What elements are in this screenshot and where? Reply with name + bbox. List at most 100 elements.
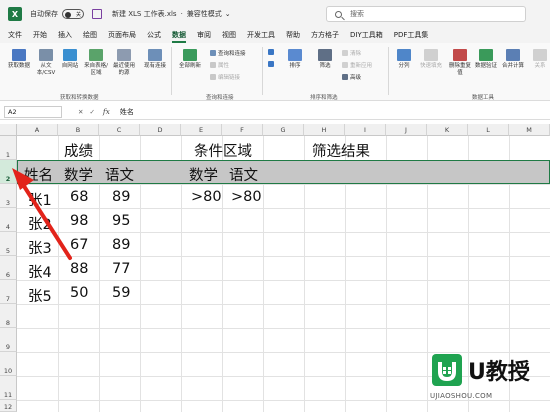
- column-header-l[interactable]: L: [468, 124, 509, 136]
- cell-math[interactable]: 98: [70, 213, 88, 229]
- data-validation-button[interactable]: 数据验证: [474, 49, 498, 70]
- cell-result-title[interactable]: 筛选结果: [312, 140, 370, 161]
- cell-math[interactable]: 68: [70, 189, 88, 205]
- cell-name[interactable]: 张1: [28, 189, 52, 210]
- tab-data[interactable]: 数据: [172, 28, 186, 43]
- text-to-columns-button[interactable]: 分列: [394, 49, 414, 70]
- column-header-c[interactable]: C: [99, 124, 140, 136]
- formula-input[interactable]: 姓名: [120, 107, 134, 117]
- cell-math[interactable]: 88: [70, 261, 88, 277]
- cell-criteria-title[interactable]: 条件区域: [194, 140, 252, 161]
- tab-formulas[interactable]: 公式: [147, 28, 161, 43]
- reapply-button[interactable]: 重新应用: [342, 61, 372, 69]
- row-header-9[interactable]: 9: [0, 328, 17, 352]
- properties-button[interactable]: 属性: [210, 61, 229, 69]
- cell-chinese[interactable]: 95: [112, 213, 130, 229]
- cell-header-chinese[interactable]: 语文: [105, 164, 134, 185]
- clock-icon: [117, 49, 131, 61]
- enter-icon[interactable]: ✓: [89, 108, 100, 116]
- sort-button[interactable]: 排序: [284, 49, 306, 70]
- tab-developer[interactable]: 开发工具: [247, 28, 275, 43]
- row-header-2[interactable]: 2: [0, 160, 17, 184]
- tab-page-layout[interactable]: 页面布局: [108, 28, 136, 43]
- tab-help[interactable]: 帮助: [286, 28, 300, 43]
- watermark: U教授 UJIAOSHOU.COM: [426, 352, 550, 412]
- tab-insert[interactable]: 插入: [58, 28, 72, 43]
- column-header-d[interactable]: D: [140, 124, 181, 136]
- column-header-h[interactable]: H: [304, 124, 345, 136]
- column-header-e[interactable]: E: [181, 124, 222, 136]
- cell-criteria-math[interactable]: 数学: [189, 164, 218, 185]
- row-header-8[interactable]: 8: [0, 304, 17, 328]
- cell-header-name[interactable]: 姓名: [24, 164, 53, 185]
- column-header-g[interactable]: G: [263, 124, 304, 136]
- cell-name[interactable]: 张4: [28, 261, 52, 282]
- relationships-button[interactable]: 关系: [530, 49, 550, 70]
- queries-connections-button[interactable]: 查询和连接: [210, 49, 246, 57]
- cell-chinese[interactable]: 89: [112, 237, 130, 253]
- insert-function-icon[interactable]: fx: [103, 107, 110, 116]
- row-header-10[interactable]: 10: [0, 352, 17, 376]
- cell-name[interactable]: 张3: [28, 237, 52, 258]
- cell-chinese[interactable]: 59: [112, 285, 130, 301]
- cell-chinese[interactable]: 77: [112, 261, 130, 277]
- cell-criteria-value-math[interactable]: >80: [191, 189, 222, 205]
- tab-diy-toolbox[interactable]: DIY工具箱: [350, 28, 383, 43]
- refresh-all-button[interactable]: 全部刷新: [176, 49, 204, 70]
- search-input[interactable]: 搜索: [326, 6, 526, 22]
- advanced-filter-button[interactable]: 高级: [342, 73, 361, 81]
- cell-name[interactable]: 张5: [28, 285, 52, 306]
- column-header-k[interactable]: K: [427, 124, 468, 136]
- row-header-1[interactable]: 1: [0, 136, 17, 160]
- row-header-4[interactable]: 4: [0, 208, 17, 232]
- column-header-b[interactable]: B: [58, 124, 99, 136]
- cell-math[interactable]: 67: [70, 237, 88, 253]
- from-table-button[interactable]: 来自表格/区域: [84, 49, 108, 77]
- remove-duplicates-button[interactable]: 删除重复值: [448, 49, 472, 77]
- tab-pdf-tools[interactable]: PDF工具集: [394, 28, 429, 43]
- column-header-a[interactable]: A: [17, 124, 58, 136]
- tab-review[interactable]: 审阅: [197, 28, 211, 43]
- cell-math[interactable]: 50: [70, 285, 88, 301]
- sort-asc-button[interactable]: [268, 49, 276, 55]
- existing-connections-button[interactable]: 现有连接: [144, 49, 166, 70]
- column-header-j[interactable]: J: [386, 124, 427, 136]
- cancel-icon[interactable]: ✕: [78, 108, 89, 116]
- row-header-7[interactable]: 7: [0, 280, 17, 304]
- edit-links-button[interactable]: 编辑链接: [210, 73, 240, 81]
- name-box[interactable]: A2: [4, 105, 62, 118]
- tab-fangfang[interactable]: 方方格子: [311, 28, 339, 43]
- select-all-corner[interactable]: [0, 124, 17, 136]
- cell-name[interactable]: 张2: [28, 213, 52, 234]
- clear-filter-button[interactable]: 清除: [342, 49, 361, 57]
- row-header-12[interactable]: 12: [0, 400, 17, 412]
- cell-header-math[interactable]: 数学: [64, 164, 93, 185]
- selected-row-2[interactable]: [17, 160, 550, 184]
- tab-home[interactable]: 开始: [33, 28, 47, 43]
- sort-desc-button[interactable]: [268, 61, 276, 67]
- row-header-3[interactable]: 3: [0, 184, 17, 208]
- column-header-f[interactable]: F: [222, 124, 263, 136]
- consolidate-button[interactable]: 合并计算: [500, 49, 526, 70]
- filter-button[interactable]: 筛选: [314, 49, 336, 70]
- get-data-button[interactable]: 获取数据: [6, 49, 32, 70]
- row-header-5[interactable]: 5: [0, 232, 17, 256]
- from-text-button[interactable]: 从文本/CSV: [34, 49, 58, 77]
- autosave-toggle[interactable]: 关: [62, 9, 84, 19]
- column-header-m[interactable]: M: [509, 124, 550, 136]
- cell-scores-title[interactable]: 成绩: [64, 140, 93, 161]
- tab-file[interactable]: 文件: [8, 28, 22, 43]
- from-web-button[interactable]: 自网站: [60, 49, 80, 70]
- column-header-i[interactable]: I: [345, 124, 386, 136]
- row-header-6[interactable]: 6: [0, 256, 17, 280]
- cell-criteria-chinese[interactable]: 语文: [229, 164, 258, 185]
- chevron-down-icon[interactable]: ⌄: [225, 10, 231, 18]
- flash-fill-button[interactable]: 快速填充: [418, 49, 444, 70]
- save-icon[interactable]: [92, 9, 102, 19]
- cell-chinese[interactable]: 89: [112, 189, 130, 205]
- tab-draw[interactable]: 绘图: [83, 28, 97, 43]
- row-header-11[interactable]: 11: [0, 376, 17, 400]
- recent-sources-button[interactable]: 最近使用的源: [111, 49, 137, 77]
- tab-view[interactable]: 视图: [222, 28, 236, 43]
- cell-criteria-value-chinese[interactable]: >80: [231, 189, 262, 205]
